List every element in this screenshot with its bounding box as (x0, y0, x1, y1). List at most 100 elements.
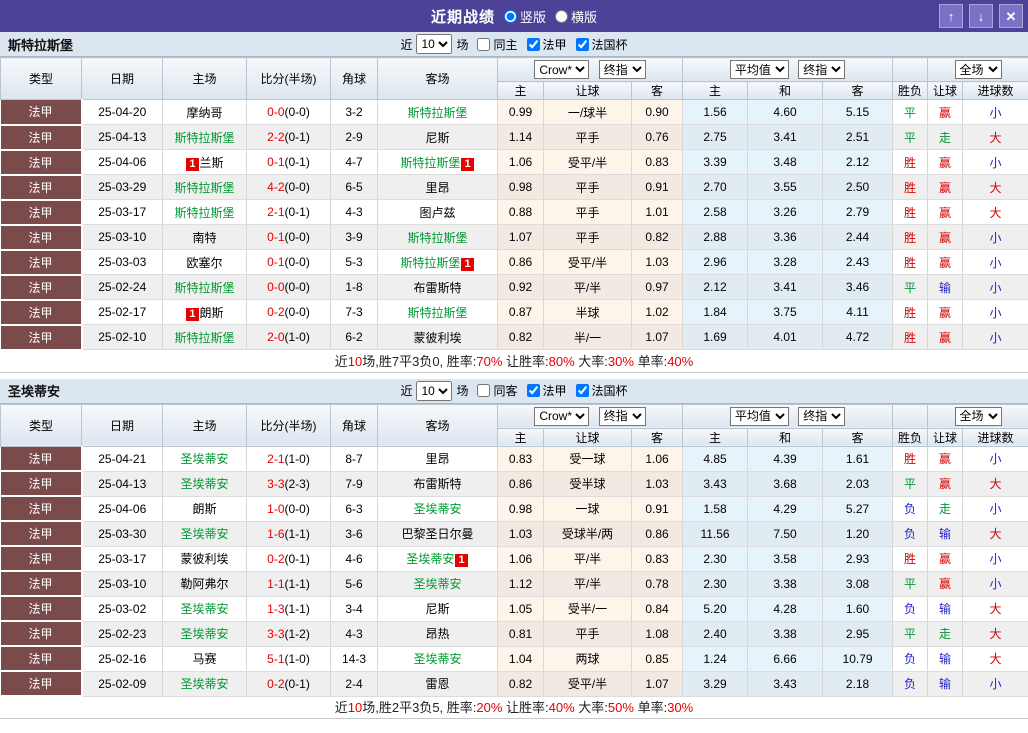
odds-away-cell: 0.85 (631, 646, 684, 672)
same-venue-checkbox[interactable] (477, 384, 491, 397)
same-venue-label: 同客 (493, 384, 518, 398)
recent-suffix-label: 场 (456, 37, 469, 52)
avg-home-cell: 1.24 (682, 646, 749, 672)
sub-header-odds-handicap: 让球 (543, 427, 632, 447)
col-header-away: 客场 (377, 57, 498, 100)
layout-radio-horizontal[interactable]: 横版 (555, 7, 597, 26)
odds-handicap-cell: 平/半 (543, 546, 632, 572)
cup-label: 法国杯 (591, 37, 628, 52)
corners-cell: 8-7 (330, 446, 378, 472)
corners-cell: 14-3 (330, 646, 378, 672)
outcome-cell: 负 (892, 671, 929, 697)
layout-radio-horizontal-input[interactable] (555, 9, 568, 23)
away-team-cell: 圣埃蒂安 1 (377, 546, 498, 572)
team-name: 斯特拉斯堡 (407, 305, 468, 320)
odds-handicap-cell: 平/半 (543, 274, 632, 300)
league-cell: 法甲 (0, 571, 83, 597)
scroll-up-button[interactable]: ↑ (939, 4, 963, 28)
handicap-result-cell: 赢 (927, 224, 964, 250)
same-venue-checkbox[interactable] (477, 37, 491, 51)
euro-source-select[interactable]: 平均值 (729, 406, 789, 426)
summary-segment: 50% (607, 700, 634, 715)
league-cell: 法甲 (0, 199, 83, 226)
goals-cell: 大 (962, 596, 1028, 622)
odds-away-cell: 0.91 (631, 496, 684, 522)
cup-label: 法国杯 (591, 384, 628, 398)
team-section-saint-etienne: 圣埃蒂安 近 10 场 同客 法甲 法国杯 类型 日期 主场 比分(半场) 角球… (0, 378, 1028, 719)
avg-home-cell: 1.58 (682, 496, 749, 522)
recent-count-select[interactable]: 10 (416, 34, 453, 54)
red-card-badge: 1 (461, 257, 474, 271)
league-checkbox[interactable] (526, 384, 540, 397)
odds-time-select[interactable]: 终指 (598, 406, 646, 426)
avg-draw-cell: 4.29 (747, 496, 824, 522)
corners-cell: 3-4 (330, 596, 378, 622)
euro-source-select[interactable]: 平均值 (729, 60, 789, 79)
halftime-score: (0-1) (284, 551, 310, 566)
summary-segment: 40% (667, 353, 694, 369)
league-cell: 法甲 (0, 446, 83, 472)
team-name: 圣埃蒂安 (406, 552, 455, 566)
odds-source-select[interactable]: Crow* (534, 60, 590, 79)
avg-home-cell: 2.12 (682, 274, 749, 300)
odds-home-cell: 1.14 (497, 124, 544, 150)
outcome-cell: 平 (892, 471, 929, 497)
sub-header-goals: 进球数 (962, 427, 1028, 447)
summary-segment: 让胜率: (502, 700, 549, 715)
match-row: 法甲 25-04-20 摩纳哥 0-0(0-0) 3-2 斯特拉斯堡 0.99 一/球半 0.9… (0, 99, 1028, 126)
away-team-cell: 布雷斯特 (377, 274, 498, 300)
away-team-cell: 圣埃蒂安 (377, 646, 498, 672)
corners-cell: 7-3 (330, 299, 378, 325)
cup-checkbox[interactable] (575, 384, 589, 397)
recent-count-select[interactable]: 10 (416, 380, 453, 401)
scroll-down-button[interactable]: ↓ (969, 4, 993, 28)
cup-checkbox[interactable] (575, 37, 589, 51)
goals-cell: 大 (962, 174, 1028, 200)
league-cell: 法甲 (0, 174, 83, 201)
avg-draw-cell: 3.38 (747, 621, 824, 647)
home-team-cell: 勒阿弗尔 (162, 571, 247, 597)
avg-home-cell: 2.40 (682, 621, 749, 647)
scope-select[interactable]: 全场 (954, 406, 1002, 426)
handicap-odds-group-header: Crow* 终指 (496, 57, 684, 82)
odds-source-select[interactable]: Crow* (534, 406, 590, 426)
date-cell: 25-04-20 (81, 99, 163, 125)
avg-draw-cell: 6.66 (747, 646, 824, 672)
date-cell: 25-03-10 (81, 571, 163, 597)
goals-cell: 大 (962, 621, 1028, 647)
handicap-result-cell: 赢 (927, 546, 964, 572)
corners-cell: 4-7 (330, 149, 378, 175)
league-cell: 法甲 (0, 621, 83, 647)
col-header-away: 客场 (377, 403, 498, 447)
league-cell: 法甲 (0, 249, 83, 276)
summary-segment: 20% (476, 700, 503, 715)
layout-radio-vertical[interactable]: 竖版 (503, 7, 546, 26)
league-cell: 法甲 (0, 299, 83, 326)
layout-radio-vertical-input[interactable] (503, 9, 517, 23)
close-button[interactable]: ✕ (999, 4, 1023, 28)
euro-time-select[interactable]: 终指 (798, 60, 846, 79)
odds-home-cell: 1.04 (497, 646, 544, 672)
sub-header-odds-away: 客 (630, 427, 684, 447)
team-name: 兰斯 (199, 155, 224, 170)
odds-home-cell: 1.06 (497, 546, 544, 572)
odds-home-cell: 1.06 (497, 149, 544, 175)
layout-radio-horizontal-label: 横版 (571, 9, 598, 25)
home-team-cell: 圣埃蒂安 (162, 471, 247, 497)
odds-handicap-cell: 平手 (543, 224, 632, 250)
halftime-score: (0-0) (284, 105, 310, 119)
euro-time-select[interactable]: 终指 (798, 406, 846, 426)
score-cell: 2-1(1-0) (246, 446, 331, 472)
summary-segment: 10 (347, 700, 363, 715)
scope-select[interactable]: 全场 (954, 60, 1002, 79)
team-name: 布雷斯特 (413, 477, 462, 491)
avg-home-cell: 2.30 (682, 571, 749, 597)
avg-away-cell: 2.12 (822, 149, 894, 175)
sub-header-odds-home: 主 (497, 81, 544, 100)
league-checkbox[interactable] (526, 37, 540, 51)
red-card-badge: 1 (186, 157, 199, 171)
odds-away-cell: 0.86 (631, 521, 684, 547)
fulltime-score: 2-1 (267, 451, 285, 466)
odds-time-select[interactable]: 终指 (598, 60, 646, 79)
fulltime-score: 2-0 (267, 330, 285, 344)
